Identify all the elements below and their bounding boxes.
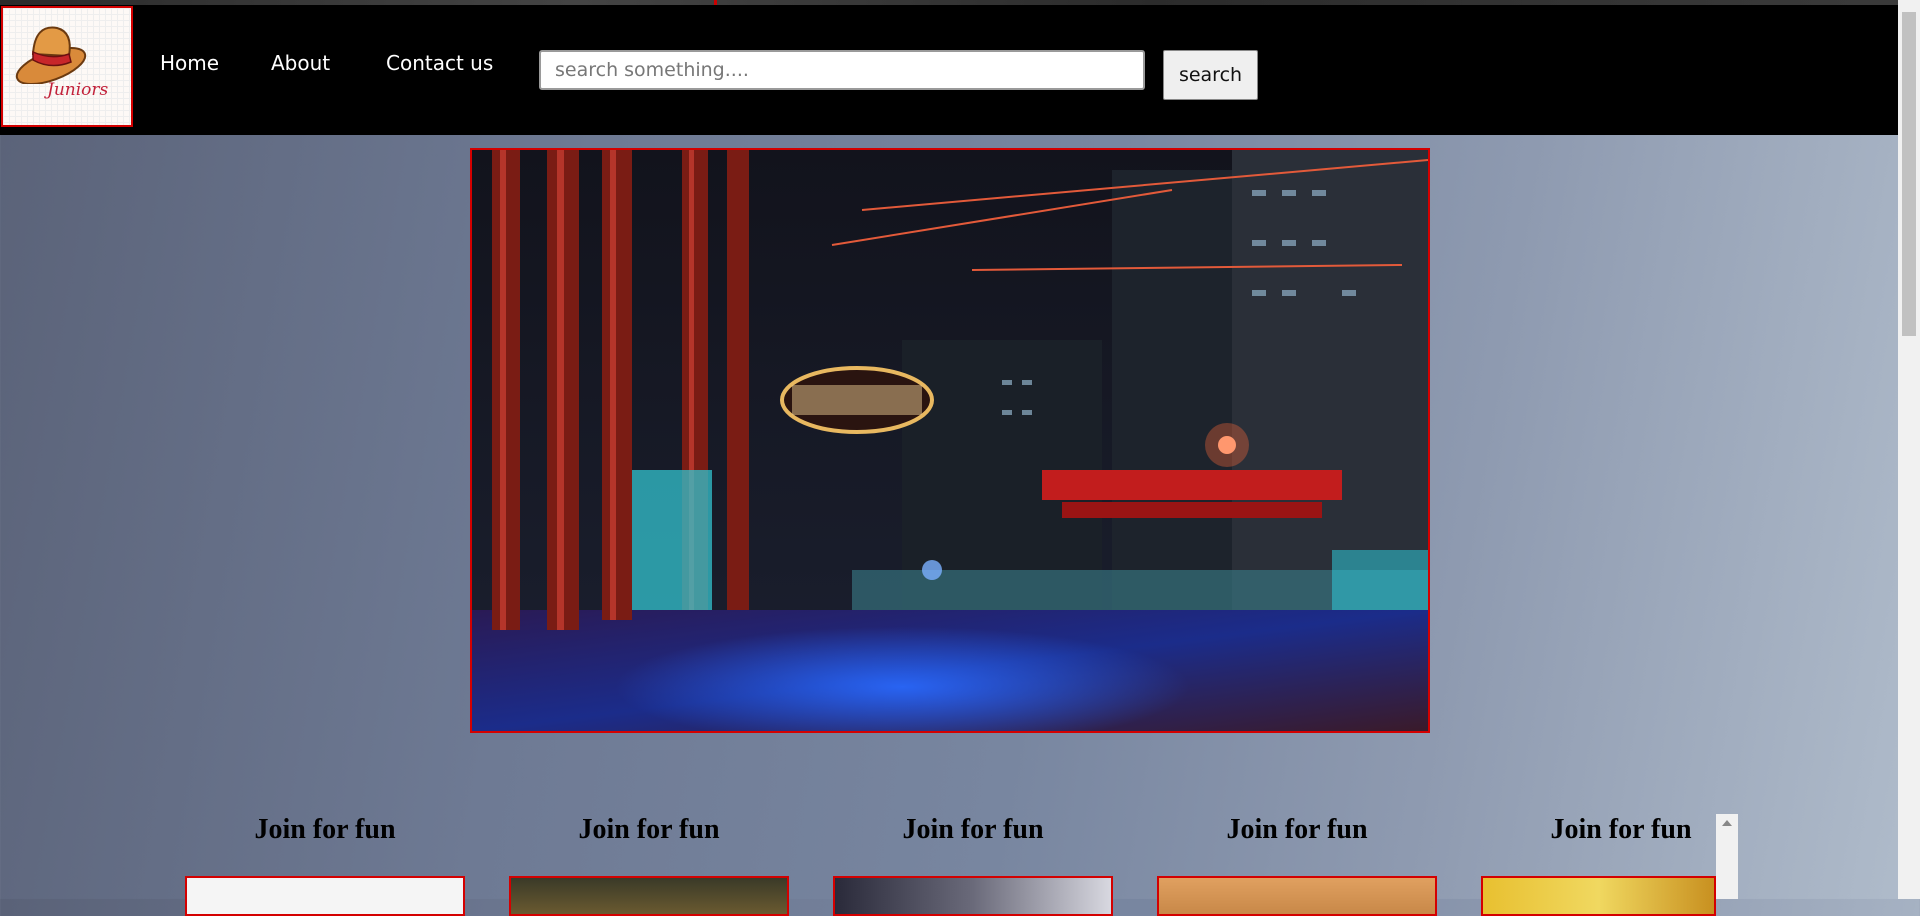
card-thumbnail	[509, 876, 789, 916]
navbar: Juniors Home About Contact us search	[0, 5, 1898, 135]
street-photo	[472, 150, 1428, 731]
hero-image	[470, 148, 1430, 733]
cards-scrollbar[interactable]	[1716, 814, 1738, 899]
nav-home-link[interactable]: Home	[160, 51, 219, 75]
card-thumbnail	[185, 876, 465, 916]
card[interactable]: Join for fun	[185, 800, 465, 916]
page-scrollbar-thumb[interactable]	[1902, 12, 1916, 336]
card[interactable]: Join for fun	[509, 800, 789, 916]
card-title: Join for fun	[578, 814, 720, 845]
card[interactable]: Join for fun	[1481, 800, 1716, 916]
card-title: Join for fun	[254, 814, 396, 845]
page-scrollbar[interactable]	[1898, 0, 1920, 899]
logo-text: Juniors	[47, 80, 109, 100]
search-button[interactable]: search	[1163, 50, 1258, 100]
card-title: Join for fun	[902, 814, 1044, 845]
card-thumbnail	[833, 876, 1113, 916]
nav-contact-link[interactable]: Contact us	[386, 51, 493, 75]
scroll-up-arrow-icon[interactable]	[1722, 820, 1732, 826]
cards-row: Join for fun Join for fun Join for fun J…	[0, 800, 1920, 916]
card[interactable]: Join for fun	[1157, 800, 1437, 916]
search-input[interactable]	[539, 50, 1145, 90]
card-thumbnail	[1481, 876, 1716, 916]
card-thumbnail	[1157, 876, 1437, 916]
logo[interactable]: Juniors	[1, 6, 133, 127]
nav-about-link[interactable]: About	[271, 51, 330, 75]
card-title: Join for fun	[1226, 814, 1368, 845]
card[interactable]: Join for fun	[833, 800, 1113, 916]
hat-icon	[15, 26, 87, 84]
